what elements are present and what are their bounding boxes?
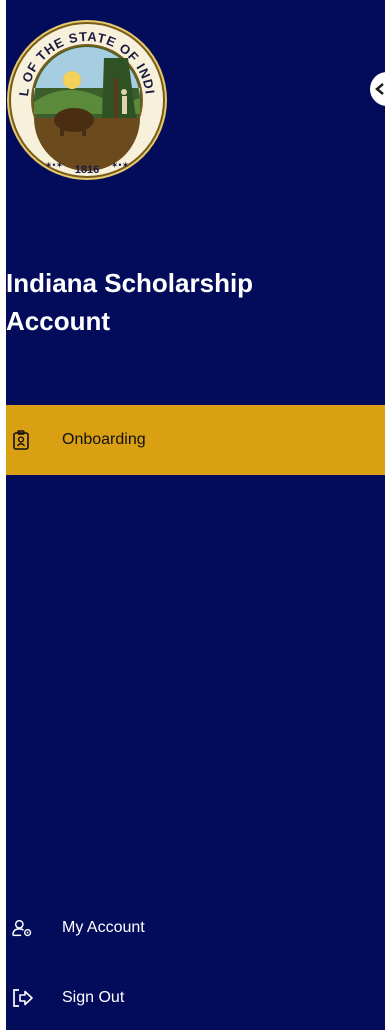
user-gear-icon: [12, 917, 34, 939]
svg-text:✶•✶: ✶•✶: [111, 160, 129, 170]
app-title: Indiana Scholarship Account: [6, 268, 254, 336]
state-seal-logo: SEAL OF THE STATE OF INDIANA 1816 ✶•✶ ✶•…: [6, 18, 167, 180]
sidebar: SEAL OF THE STATE OF INDIANA 1816 ✶•✶ ✶•…: [6, 0, 385, 1030]
id-badge-icon: [12, 429, 34, 451]
chevron-left-icon: [375, 83, 384, 95]
sign-out-link[interactable]: Sign Out: [6, 978, 385, 1018]
svg-text:1816: 1816: [75, 164, 99, 176]
svg-text:✶•✶: ✶•✶: [45, 160, 63, 170]
sign-out-icon: [12, 987, 34, 1009]
nav-item-label: Onboarding: [62, 431, 146, 448]
nav-item-onboarding[interactable]: Onboarding: [6, 405, 385, 475]
my-account-link[interactable]: My Account: [6, 908, 385, 948]
collapse-sidebar-button[interactable]: [370, 72, 385, 106]
my-account-label: My Account: [62, 919, 145, 936]
sign-out-label: Sign Out: [62, 989, 125, 1006]
